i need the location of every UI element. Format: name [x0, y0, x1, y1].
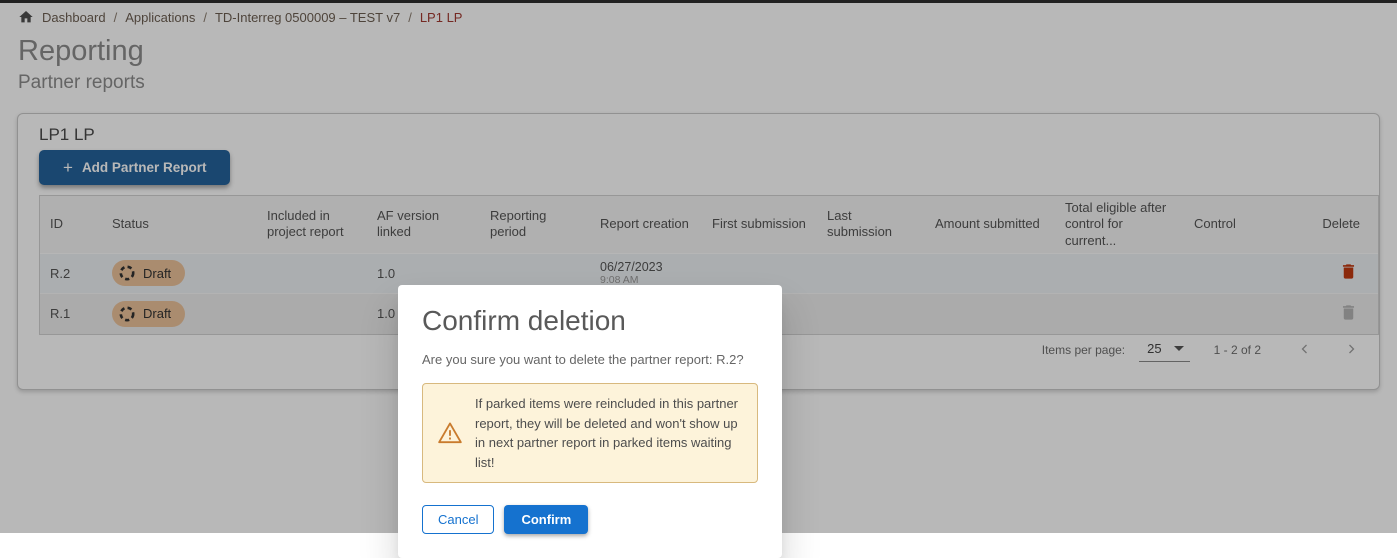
dialog-message: Are you sure you want to delete the part… — [422, 352, 758, 367]
confirm-deletion-dialog: Confirm deletion Are you sure you want t… — [398, 285, 782, 558]
warning-box: If parked items were reincluded in this … — [422, 383, 758, 483]
warning-icon — [437, 420, 463, 446]
confirm-button[interactable]: Confirm — [504, 505, 588, 534]
cancel-button[interactable]: Cancel — [422, 505, 494, 534]
warning-text: If parked items were reincluded in this … — [475, 394, 743, 472]
dialog-title: Confirm deletion — [422, 305, 758, 337]
dialog-actions: Cancel Confirm — [422, 505, 758, 534]
